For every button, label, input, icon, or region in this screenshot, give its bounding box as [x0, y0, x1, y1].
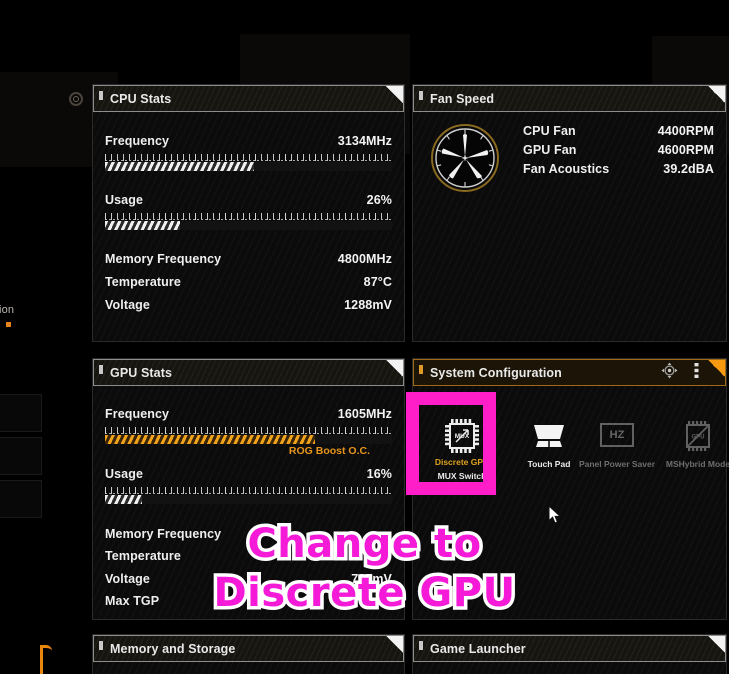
meter-track [105, 495, 392, 504]
stat-label: CPU Fan [523, 124, 576, 138]
panel-cpu-stats-header[interactable]: CPU Stats [93, 85, 404, 112]
meter-ruler [105, 427, 392, 434]
stat-label: Frequency [105, 407, 170, 421]
background-orange-dot [6, 322, 11, 327]
stat-row: Frequency 3134MHz [105, 134, 392, 148]
drag-handle-icon[interactable] [419, 640, 423, 650]
dpad-icon[interactable] [661, 362, 678, 384]
stat-label: Usage [105, 467, 144, 481]
meter-ruler [105, 213, 392, 220]
collapse-corner-icon[interactable] [386, 360, 403, 377]
background-box-2 [0, 437, 42, 475]
meter-gpu-frequency [105, 427, 392, 444]
stat-row: Usage 16% [105, 467, 392, 481]
panel-fan-speed-header[interactable]: Fan Speed [413, 85, 726, 112]
collapse-corner-icon[interactable] [386, 636, 403, 653]
stat-label: GPU Fan [523, 143, 577, 157]
meter-ruler [105, 154, 392, 161]
mouse-cursor [548, 504, 562, 525]
background-orange-accent [40, 645, 52, 674]
cfg-tile-label: Panel Power Saver [578, 459, 656, 469]
drag-handle-icon[interactable] [419, 364, 423, 374]
touchpad-icon [518, 416, 580, 456]
meter-fill [105, 495, 143, 504]
stat-label: Voltage [105, 298, 150, 312]
panel-fan-speed: Fan Speed CPU Fan 4400RPM GPU Fan 4600RP… [412, 84, 727, 342]
stat-label: Frequency [105, 134, 170, 148]
background-box-3 [0, 480, 42, 518]
panel-cpu-stats: CPU Stats Frequency 3134MHz Usage 26% Me… [92, 84, 405, 342]
stat-label: Memory Frequency [105, 252, 222, 266]
stat-row: Usage 26% [105, 193, 392, 207]
stat-label: Fan Acoustics [523, 162, 610, 176]
background-text-fragment-2: ction [0, 304, 15, 316]
stat-label: Temperature [105, 275, 181, 289]
annotation-highlight-box [406, 392, 496, 495]
cfg-tile-touch-pad[interactable]: Touch Pad [518, 416, 580, 470]
drag-handle-icon[interactable] [419, 90, 423, 100]
stat-value: 16% [366, 467, 392, 481]
gpu-disabled-icon: GPU [657, 416, 729, 456]
stat-value: 39.2dBA [663, 162, 714, 176]
panel-gpu-stats-header[interactable]: GPU Stats [93, 359, 404, 386]
stat-row: Frequency 1605MHz [105, 407, 392, 421]
stat-value: 87°C [363, 275, 392, 289]
hz-panel-icon: HZ [576, 416, 658, 456]
panel-fan-speed-title: Fan Speed [430, 91, 495, 106]
cfg-tile-panel-power-saver[interactable]: HZ Panel Power Saver [576, 416, 658, 470]
stat-row: Voltage 1288mV [105, 298, 392, 312]
stat-value: 4400RPM [657, 124, 714, 138]
annotation-line-2: Discrete GPU [210, 567, 519, 620]
meter-cpu-frequency [105, 154, 392, 171]
panel-cpu-stats-title: CPU Stats [110, 91, 172, 106]
panel-game-launcher-header[interactable]: Game Launcher [413, 635, 726, 662]
cfg-tile-mshybrid-mode[interactable]: GPU MSHybrid Mode [657, 416, 729, 470]
collapse-corner-icon[interactable] [708, 636, 725, 653]
drag-handle-icon[interactable] [99, 640, 103, 650]
panel-system-configuration-title: System Configuration [430, 365, 562, 380]
collapse-corner-icon[interactable] [708, 360, 725, 377]
panel-system-configuration-header[interactable]: System Configuration [413, 359, 726, 386]
stat-value: 3134MHz [337, 134, 392, 148]
svg-text:HZ: HZ [610, 429, 625, 441]
meter-fill [105, 221, 180, 230]
collapse-corner-icon[interactable] [386, 86, 403, 103]
stat-label: Usage [105, 193, 144, 207]
panel-game-launcher: Game Launcher [412, 634, 727, 674]
stat-value: 4800MHz [337, 252, 392, 266]
stat-row: Memory Frequency 4800MHz [105, 252, 392, 266]
drag-handle-icon[interactable] [99, 90, 103, 100]
stat-value: 26% [366, 193, 392, 207]
stat-row: GPU Fan 4600RPM [523, 143, 714, 157]
meter-fill [105, 435, 315, 444]
cfg-tile-label: Touch Pad [527, 459, 571, 469]
more-vertical-icon[interactable] [694, 362, 699, 384]
fan-icon [431, 124, 499, 192]
panel-gpu-stats-title: GPU Stats [110, 365, 173, 380]
stat-value: 1288mV [344, 298, 392, 312]
panel-game-launcher-title: Game Launcher [430, 641, 526, 656]
panel-fan-speed-body: CPU Fan 4400RPM GPU Fan 4600RPM Fan Acou… [413, 112, 726, 341]
meter-cpu-usage [105, 213, 392, 230]
panel-cpu-stats-body: Frequency 3134MHz Usage 26% Memory Frequ… [93, 112, 404, 341]
meter-ruler [105, 487, 392, 494]
window-corner-icon [69, 92, 83, 106]
armoury-crate-window: e ction CPU Stats Frequency 3134MHz Usag… [0, 0, 729, 674]
drag-handle-icon[interactable] [99, 364, 103, 374]
stat-row: Temperature 87°C [105, 275, 392, 289]
collapse-corner-icon[interactable] [708, 86, 725, 103]
panel-memory-and-storage-header[interactable]: Memory and Storage [93, 635, 404, 662]
cfg-tile-label: MSHybrid Mode [665, 459, 729, 469]
panel-memory-and-storage-title: Memory and Storage [110, 641, 236, 656]
stat-row: CPU Fan 4400RPM [523, 124, 714, 138]
background-box-1 [0, 394, 42, 432]
stat-value: 4600RPM [657, 143, 714, 157]
stat-row: Fan Acoustics 39.2dBA [523, 162, 714, 176]
rog-boost-label: ROG Boost O.C. [288, 445, 370, 457]
stat-value: 1605MHz [337, 407, 392, 421]
annotation-line-1: Change to [244, 518, 485, 571]
meter-gpu-usage [105, 487, 392, 504]
panel-memory-and-storage: Memory and Storage [92, 634, 405, 674]
meter-fill [105, 162, 255, 171]
